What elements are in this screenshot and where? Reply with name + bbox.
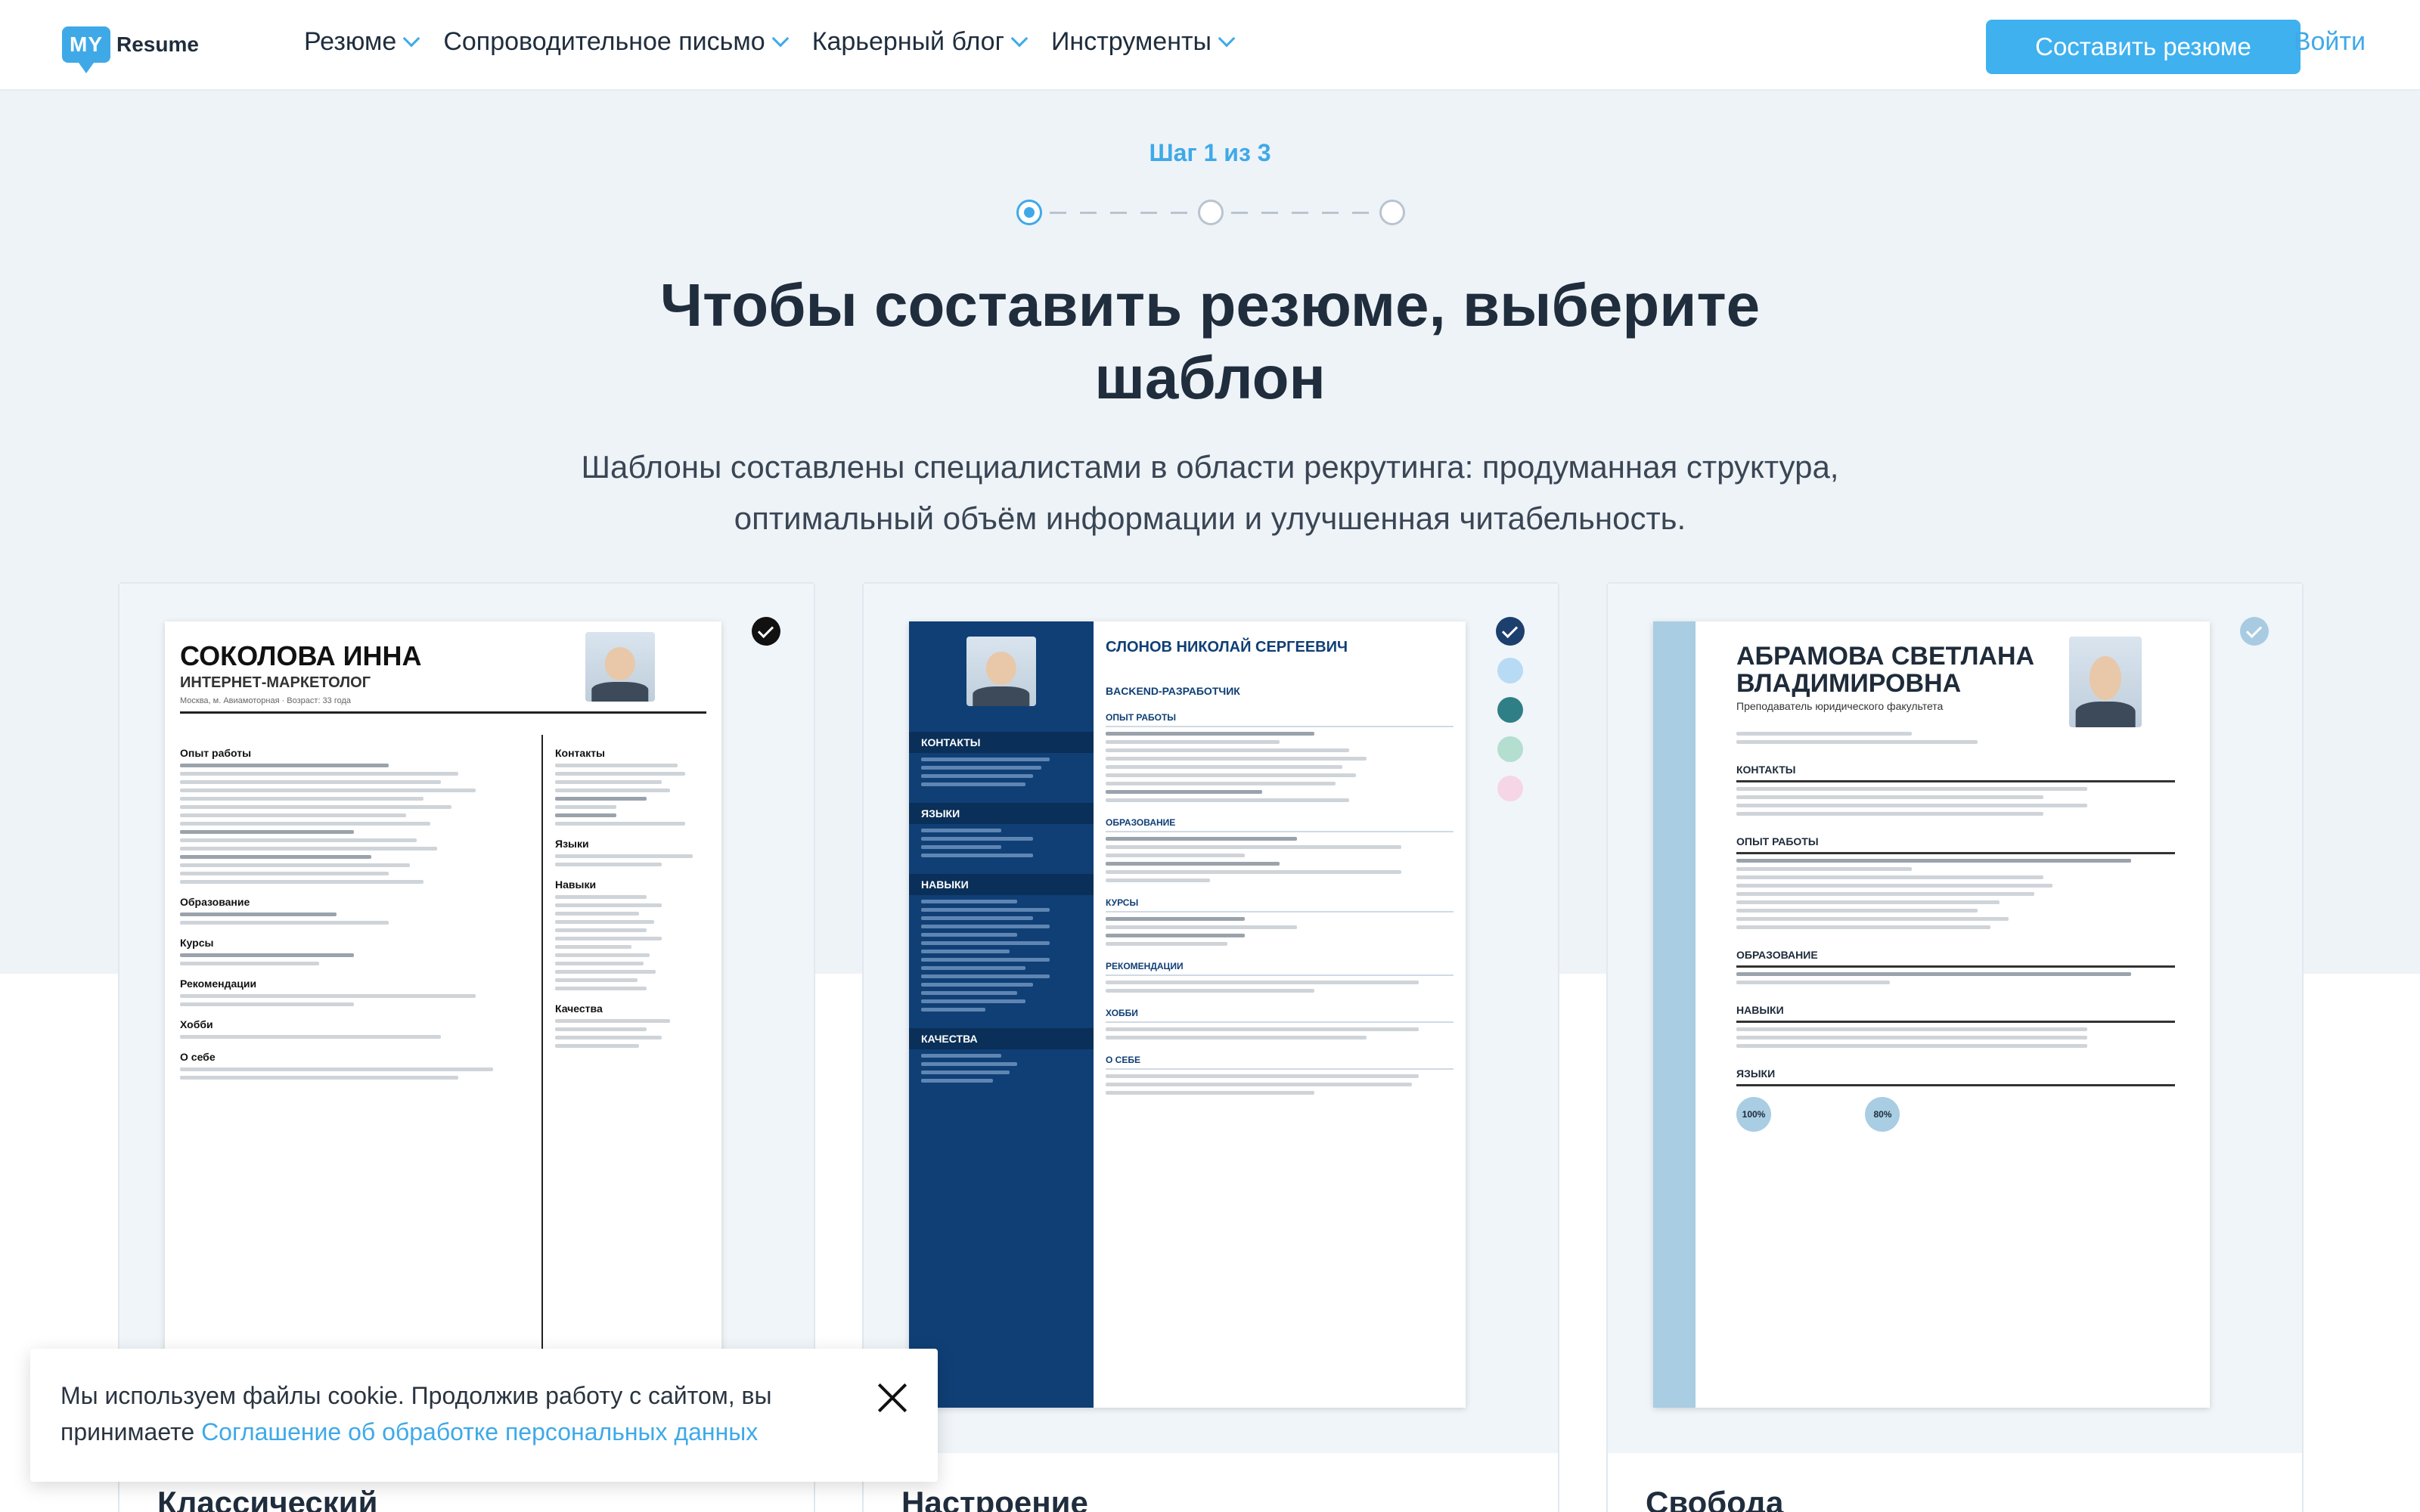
resume-preview-freedom: АБРАМОВА СВЕТЛАНА ВЛАДИМИРОВНА Преподава… <box>1653 621 2210 1408</box>
step-divider <box>1292 212 1308 214</box>
chevron-down-icon <box>1218 29 1236 47</box>
template-card-mood[interactable]: КОНТАКТЫ ЯЗЫКИ НАВЫКИ КАЧЕСТВА СЛОНОВ НИ… <box>862 582 1559 1512</box>
logo-text: Resume <box>116 33 199 56</box>
chevron-down-icon <box>771 29 790 47</box>
resume-section-title: НАВЫКИ <box>909 874 1094 895</box>
step-divider <box>1171 212 1187 214</box>
nav-item-resume[interactable]: Резюме <box>304 27 420 57</box>
resume-section-title: ЯЗЫКИ <box>909 803 1094 824</box>
step-divider <box>1080 212 1097 214</box>
resume-section-title: ЯЗЫКИ <box>1736 1067 2175 1086</box>
resume-section-title: Навыки <box>555 878 597 891</box>
color-swatch-mint[interactable] <box>1497 736 1523 762</box>
color-swatch-pink[interactable] <box>1497 776 1523 801</box>
resume-name: СЛОНОВ НИКОЛАЙ СЕРГЕЕВИЧ <box>1106 639 1348 655</box>
language-level-badge: 80% <box>1865 1097 1900 1132</box>
cookie-banner: Мы используем файлы cookie. Продолжив ра… <box>30 1349 938 1482</box>
page-subtitle-line: оптимальный объём информации и улучшенна… <box>734 500 1686 536</box>
step-indicator-text: Шаг 1 из 3 <box>1149 139 1271 166</box>
nav-item-cover-letter[interactable]: Сопроводительное письмо <box>443 27 790 57</box>
step-divider <box>1261 212 1278 214</box>
resume-photo <box>966 637 1036 706</box>
resume-section-title: ОБРАЗОВАНИЕ <box>1736 949 2175 968</box>
resume-accent-stripe <box>1653 621 1696 1408</box>
step-divider <box>1322 212 1339 214</box>
resume-section-title: КАЧЕСТВА <box>909 1028 1094 1049</box>
nav-label: Сопроводительное письмо <box>443 27 765 56</box>
step-divider <box>1050 212 1066 214</box>
page-subtitle-line: Шаблоны составлены специалистами в облас… <box>581 449 1839 485</box>
step-dot-1 <box>1016 200 1042 225</box>
resume-section-title: Хобби <box>180 1018 213 1030</box>
logo[interactable]: MY Resume <box>62 20 199 73</box>
nav-label: Инструменты <box>1050 27 1212 56</box>
step-dot-3 <box>1379 200 1405 225</box>
step-divider <box>1231 212 1248 214</box>
resume-section-title: КОНТАКТЫ <box>1736 764 2175 782</box>
resume-main-column: АБРАМОВА СВЕТЛАНА ВЛАДИМИРОВНА Преподава… <box>1736 643 2175 1132</box>
resume-section-title: Контакты <box>555 747 606 759</box>
template-title: Настроение <box>901 1485 1088 1512</box>
resume-left-column: Опыт работы Образование Курсы Рекомендац… <box>180 735 528 1084</box>
resume-preview-classic: СОКОЛОВА ИННА ИНТЕРНЕТ-МАРКЕТОЛОГ Москва… <box>165 621 721 1453</box>
language-level-badge: 100% <box>1736 1097 1771 1132</box>
template-card-freedom[interactable]: АБРАМОВА СВЕТЛАНА ВЛАДИМИРОВНА Преподава… <box>1606 582 2304 1512</box>
selected-check-icon[interactable] <box>1496 617 1525 646</box>
resume-role: Преподаватель юридического факультета <box>1736 700 1944 712</box>
selected-check-icon[interactable] <box>752 617 780 646</box>
divider <box>180 711 706 714</box>
page-title: Чтобы составить резюме, выберите шаблон <box>605 269 1815 414</box>
resume-section-title: О себе <box>180 1051 216 1063</box>
step-divider <box>1140 212 1157 214</box>
step-dot-2 <box>1198 200 1224 225</box>
step-divider <box>1352 212 1369 214</box>
resume-section-title: Опыт работы <box>180 747 252 759</box>
resume-section-title: Качества <box>555 1002 603 1015</box>
resume-section-title: Языки <box>555 838 589 850</box>
chevron-down-icon <box>1010 29 1028 47</box>
resume-section-title: КУРСЫ <box>1106 897 1454 912</box>
resume-name: АБРАМОВА СВЕТЛАНА <box>1736 642 2035 671</box>
resume-section-title: ХОББИ <box>1106 1008 1454 1023</box>
resume-sidebar: КОНТАКТЫ ЯЗЫКИ НАВЫКИ КАЧЕСТВА <box>909 621 1094 1408</box>
chevron-down-icon <box>403 29 420 47</box>
selected-check-icon[interactable] <box>2240 617 2269 646</box>
resume-preview-mood: КОНТАКТЫ ЯЗЫКИ НАВЫКИ КАЧЕСТВА СЛОНОВ НИ… <box>909 621 1466 1408</box>
step-divider <box>1110 212 1127 214</box>
page-title-line: Чтобы составить резюме, выберите <box>659 271 1761 339</box>
main-nav: Резюме Сопроводительное письмо Карьерный… <box>304 27 1236 57</box>
resume-section-title: Образование <box>180 896 250 908</box>
close-icon[interactable] <box>876 1380 909 1414</box>
resume-right-column: Контакты Языки Навыки Качества <box>541 735 708 1415</box>
resume-section-title: ОБРАЗОВАНИЕ <box>1106 817 1454 832</box>
resume-main-column: СЛОНОВ НИКОЛАЙ СЕРГЕЕВИЧ BACKEND-РАЗРАБО… <box>1106 632 1454 1099</box>
nav-item-tools[interactable]: Инструменты <box>1050 27 1236 57</box>
resume-section-title: Курсы <box>180 937 214 949</box>
resume-section-title: НАВЫКИ <box>1736 1004 2175 1023</box>
template-title: Классический <box>157 1485 378 1512</box>
create-resume-button[interactable]: Составить резюме <box>1986 20 2301 74</box>
logo-my-badge: MY <box>62 26 110 73</box>
resume-section-title: КОНТАКТЫ <box>909 732 1094 753</box>
nav-item-career-blog[interactable]: Карьерный блог <box>811 27 1028 57</box>
resume-name: ВЛАДИМИРОВНА <box>1736 669 1962 698</box>
nav-label: Карьерный блог <box>811 27 1004 56</box>
resume-section-title: ОПЫТ РАБОТЫ <box>1736 835 2175 854</box>
color-swatch-teal[interactable] <box>1497 697 1523 723</box>
resume-section-title: Рекомендации <box>180 978 257 990</box>
nav-label: Резюме <box>304 27 397 56</box>
resume-photo <box>585 632 655 702</box>
template-title: Свобода <box>1646 1485 1784 1512</box>
step-progress <box>1016 198 1407 227</box>
color-swatch-light-blue[interactable] <box>1497 658 1523 683</box>
page-title-line: шаблон <box>1094 344 1326 411</box>
privacy-policy-link[interactable]: Соглашение об обработке персональных дан… <box>201 1418 758 1445</box>
resume-section-title: ОПЫТ РАБОТЫ <box>1106 712 1454 727</box>
login-link[interactable]: Войти <box>2281 27 2366 57</box>
resume-section-title: РЕКОМЕНДАЦИИ <box>1106 961 1454 976</box>
resume-section-title: О СЕБЕ <box>1106 1055 1454 1070</box>
resume-role: BACKEND-РАЗРАБОТЧИК <box>1106 685 1240 697</box>
page-subtitle: Шаблоны составлены специалистами в облас… <box>484 442 1936 544</box>
site-header: MY Resume Резюме Сопроводительное письмо… <box>0 0 2420 91</box>
